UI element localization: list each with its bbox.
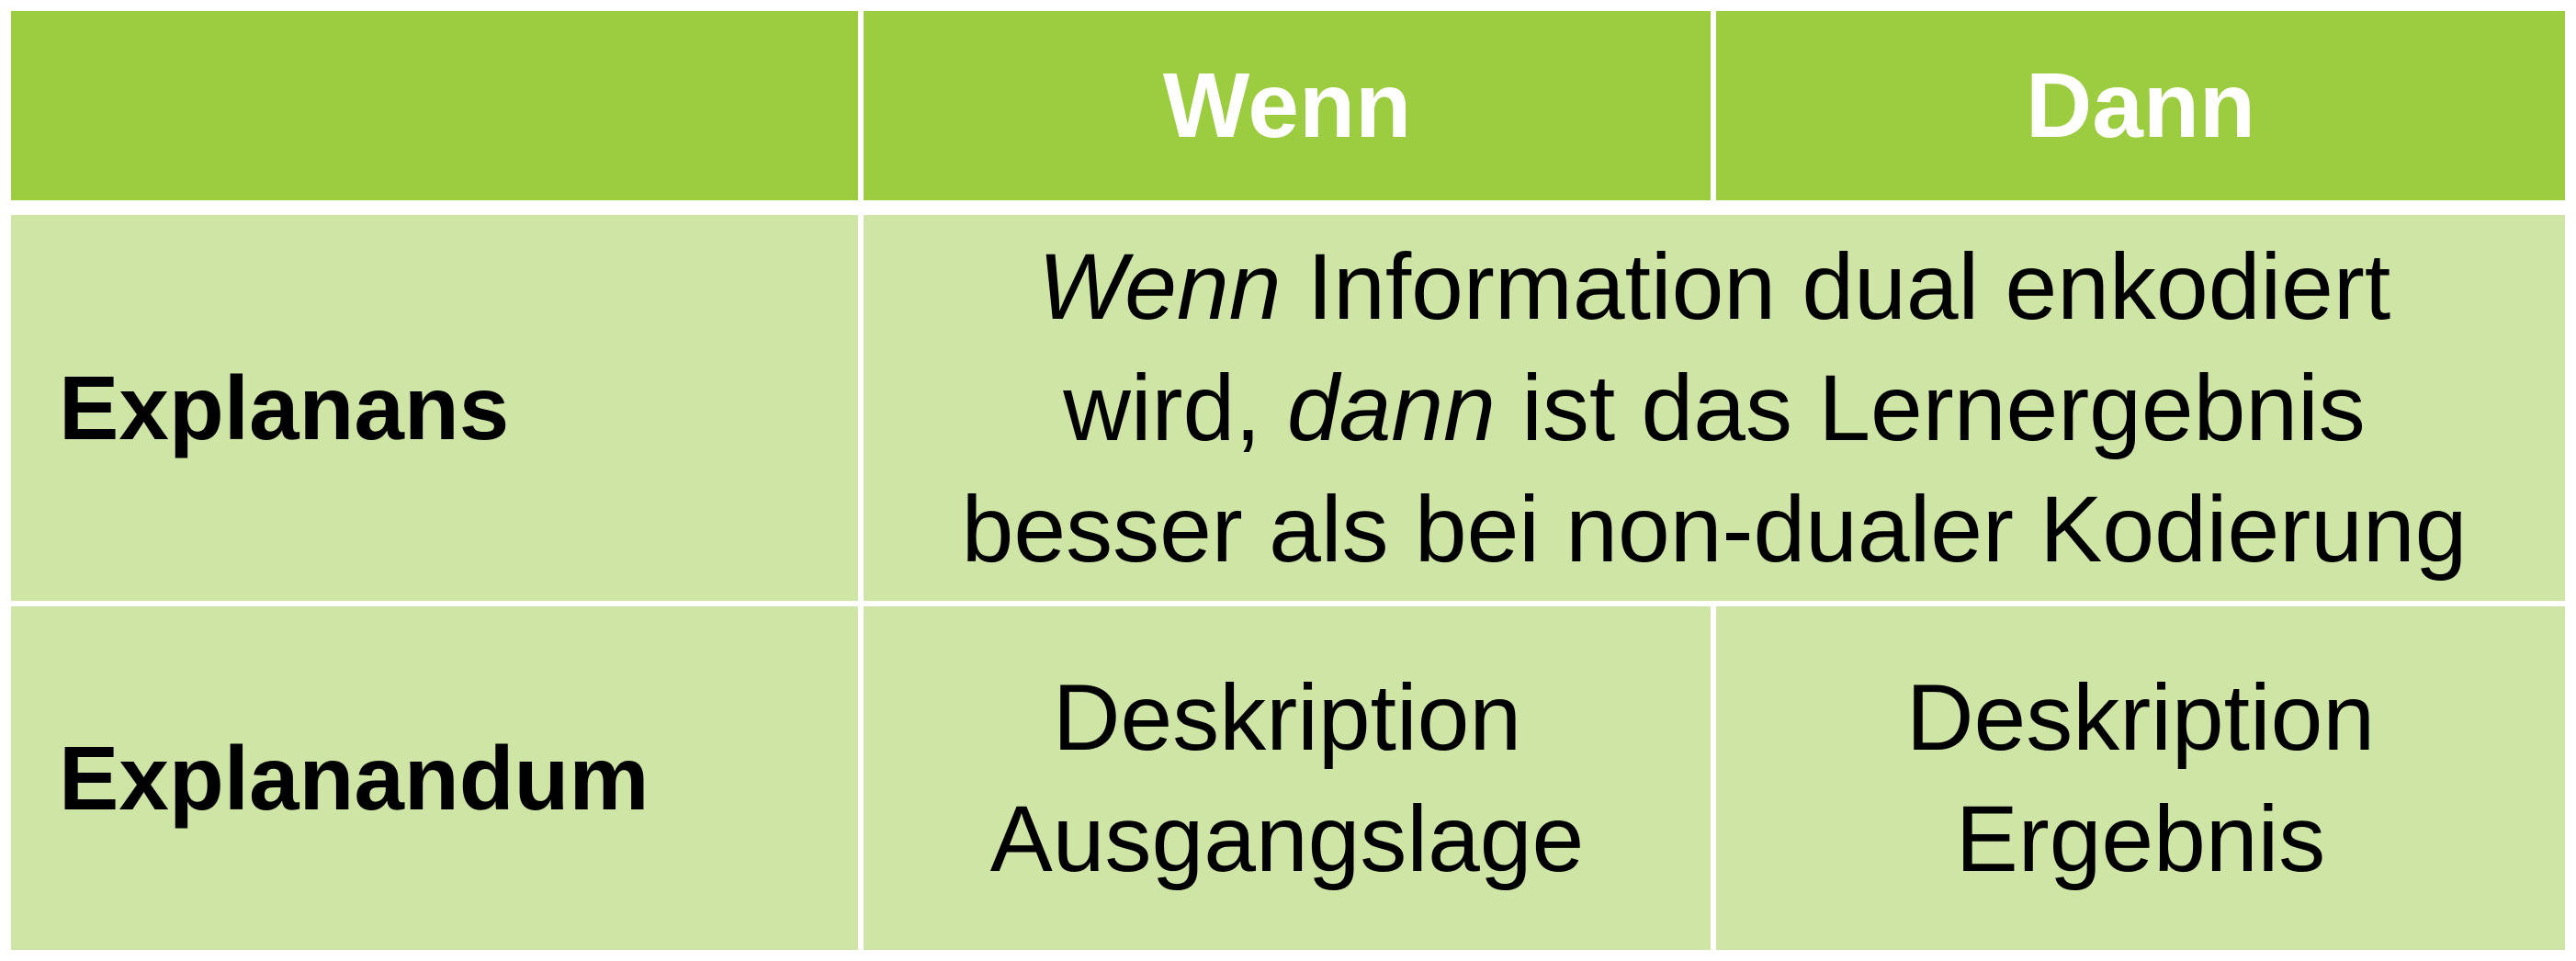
explanans-label: Explanans [59, 356, 510, 458]
header-wenn: Wenn [864, 11, 1711, 200]
explanans-line-2-rest: ist das Lernergebnis [1495, 356, 2366, 460]
explanans-line-1: Wenn Information dual enkodiert [962, 226, 2468, 347]
explanandum-dann-line-2: Ergebnis [1955, 786, 2326, 891]
hypothesis-table: Wenn Dann Explanans Wenn Information dua… [0, 0, 2576, 961]
explanandum-dann-cell: Deskription Ergebnis [1716, 606, 2565, 950]
explanandum-label-cell: Explanandum [11, 606, 858, 950]
explanans-line-2-start: wird, [1063, 356, 1287, 460]
header-wenn-label: Wenn [1162, 53, 1412, 157]
explanandum-dann-line-1: Deskription [1905, 665, 2376, 770]
header-dann: Dann [1716, 11, 2565, 200]
header-dann-label: Dann [2026, 53, 2255, 157]
explanans-wenn-italic: Wenn [1037, 234, 1282, 339]
explanans-line-2: wird, dann ist das Lernergebnis [962, 347, 2468, 469]
explanans-label-cell: Explanans [11, 215, 858, 601]
explanans-statement: Wenn Information dual enkodiert wird, da… [962, 226, 2468, 590]
header-empty-cell [11, 11, 858, 200]
explanans-dann-italic: dann [1286, 356, 1496, 460]
explanandum-wenn-line-1: Deskription [1052, 665, 1522, 770]
explanandum-dann-text: Deskription Ergebnis [1906, 657, 2375, 899]
explanandum-label: Explanandum [59, 727, 650, 829]
explanandum-wenn-line-2: Ausgangslage [989, 786, 1585, 891]
explanandum-wenn-text: Deskription Ausgangslage [990, 657, 1585, 899]
explanandum-wenn-cell: Deskription Ausgangslage [864, 606, 1711, 950]
explanans-line-3: besser als bei non-dualer Kodierung [961, 477, 2468, 582]
explanans-statement-cell: Wenn Information dual enkodiert wird, da… [864, 215, 2565, 601]
explanans-line-1-rest: Information dual enkodiert [1281, 234, 2391, 339]
